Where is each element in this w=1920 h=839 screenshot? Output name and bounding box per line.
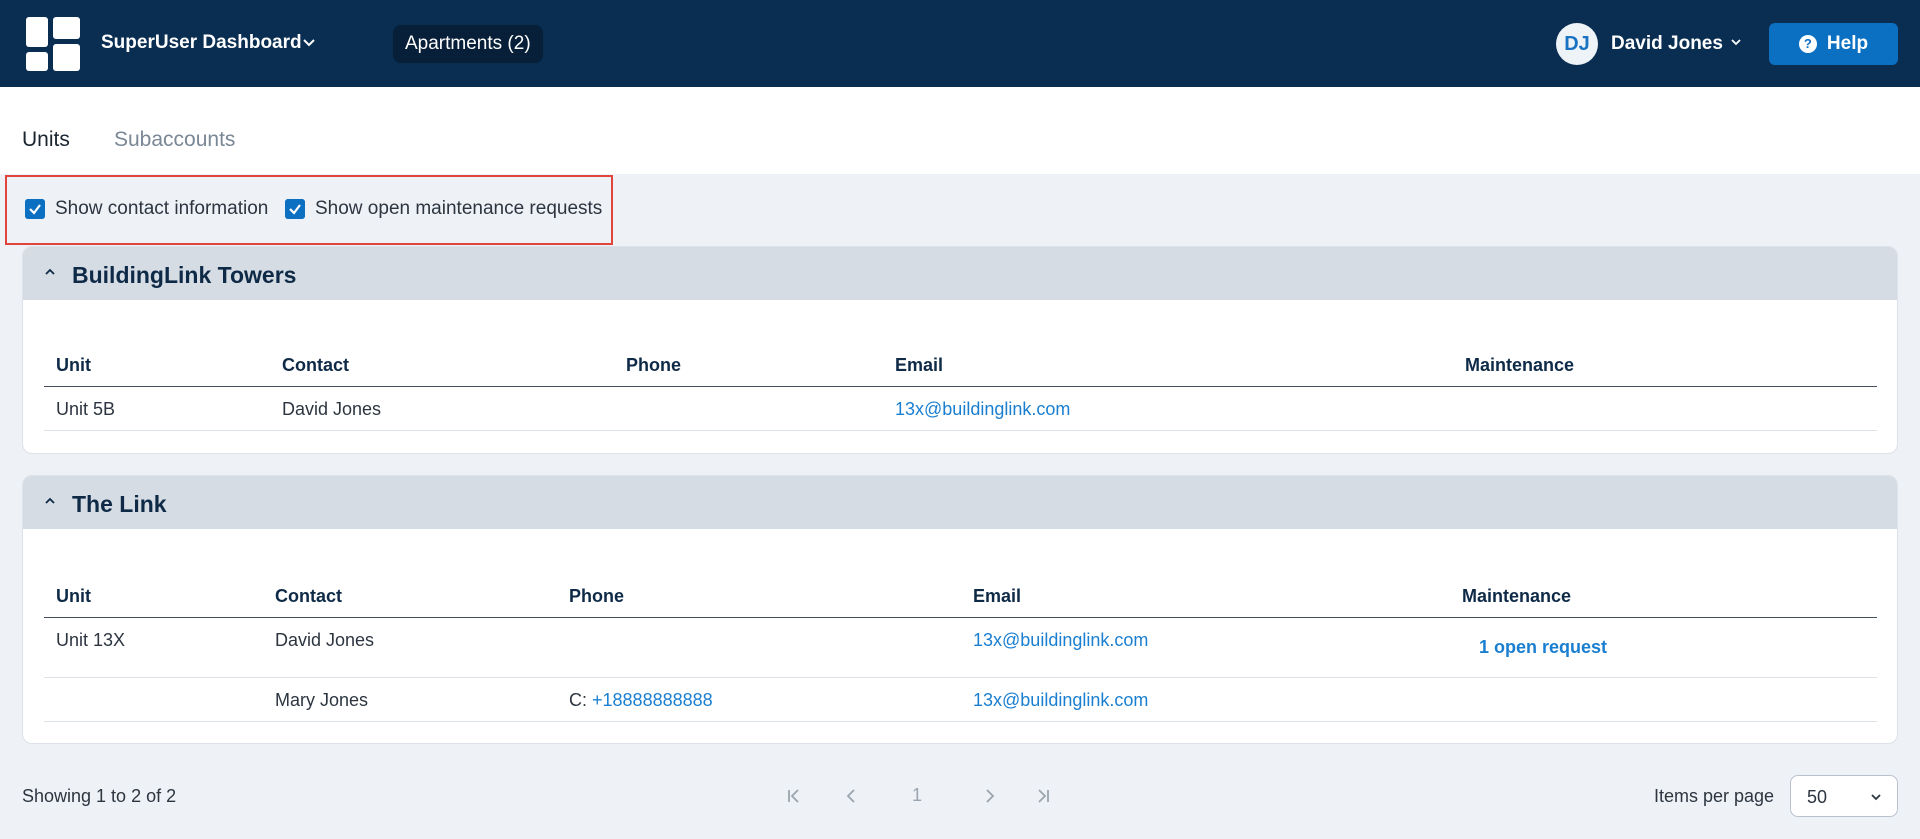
row-divider [44,677,1877,678]
chevron-down-icon[interactable] [1729,35,1743,49]
dashboard-logo-icon[interactable] [26,17,80,71]
chevron-down-icon[interactable] [301,34,317,50]
tab-units[interactable]: Units [22,128,70,152]
row-contact: David Jones [282,399,382,419]
building-panel-buildinglink-towers: BuildingLink Towers Unit Contact Phone E… [22,246,1898,454]
column-header-unit: Unit [56,586,91,606]
column-header-email: Email [895,355,944,375]
row-email-link[interactable]: 13x@buildinglink.com [973,630,1148,651]
column-header-unit: Unit [56,355,91,375]
row-contact: David Jones [275,630,375,650]
checkbox-checked-icon[interactable] [285,199,305,219]
help-button[interactable]: ? Help [1769,23,1898,65]
show-maintenance-label: Show open maintenance requests [315,198,603,219]
first-page-icon[interactable] [785,787,803,805]
open-request-link[interactable]: 1 open request [1479,637,1607,658]
header-divider [44,617,1877,618]
chevron-down-icon [1871,794,1881,801]
panel-header[interactable]: BuildingLink Towers [23,247,1897,300]
current-page-number[interactable]: 1 [912,785,922,806]
header-divider [44,386,1877,387]
show-contact-label: Show contact information [55,198,269,219]
column-header-maintenance: Maintenance [1465,355,1575,375]
showing-count: Showing 1 to 2 of 2 [22,786,177,806]
show-contact-checkbox[interactable]: Show contact information [25,198,268,220]
column-header-phone: Phone [626,355,682,375]
user-name[interactable]: David Jones [1611,33,1723,55]
next-page-icon[interactable] [980,787,998,805]
apartments-button[interactable]: Apartments (2) [393,25,543,63]
app-title[interactable]: SuperUser Dashboard [101,32,302,54]
items-per-page-label: Items per page [1654,786,1775,806]
building-name: The Link [72,491,167,517]
items-per-page-value: 50 [1807,787,1828,807]
column-header-maintenance: Maintenance [1462,586,1572,606]
tab-subaccounts[interactable]: Subaccounts [114,128,235,152]
previous-page-icon[interactable] [843,787,861,805]
building-name: BuildingLink Towers [72,262,297,288]
phone-link[interactable]: +18888888888 [592,690,713,710]
column-header-contact: Contact [275,586,342,606]
items-per-page-select[interactable]: 50 [1790,775,1898,817]
chevron-up-icon[interactable] [43,265,57,279]
row-contact: Mary Jones [275,690,369,710]
row-phone: C: +18888888888 [569,690,713,711]
user-avatar[interactable]: DJ [1556,23,1598,65]
row-email-link[interactable]: 13x@buildinglink.com [895,399,1070,420]
show-maintenance-checkbox[interactable]: Show open maintenance requests [285,198,602,220]
row-divider [44,430,1877,431]
row-unit: Unit 13X [56,630,126,650]
last-page-icon[interactable] [1034,787,1052,805]
building-panel-the-link: The Link Unit Contact Phone Email Mainte… [22,475,1898,744]
top-navigation-bar: SuperUser Dashboard Apartments (2) DJ Da… [0,0,1920,87]
column-header-email: Email [973,586,1022,606]
chevron-up-icon[interactable] [43,494,57,508]
row-divider [44,721,1877,722]
help-button-label: Help [1826,33,1869,54]
question-circle-icon: ? [1798,35,1817,53]
panel-header[interactable]: The Link [23,476,1897,529]
column-header-phone: Phone [569,586,625,606]
phone-prefix: C: [569,690,587,710]
column-header-contact: Contact [282,355,349,375]
tab-bar: Units Subaccounts [0,87,1920,174]
row-unit: Unit 5B [56,399,116,419]
row-email-link[interactable]: 13x@buildinglink.com [973,690,1148,711]
checkbox-checked-icon[interactable] [25,199,45,219]
